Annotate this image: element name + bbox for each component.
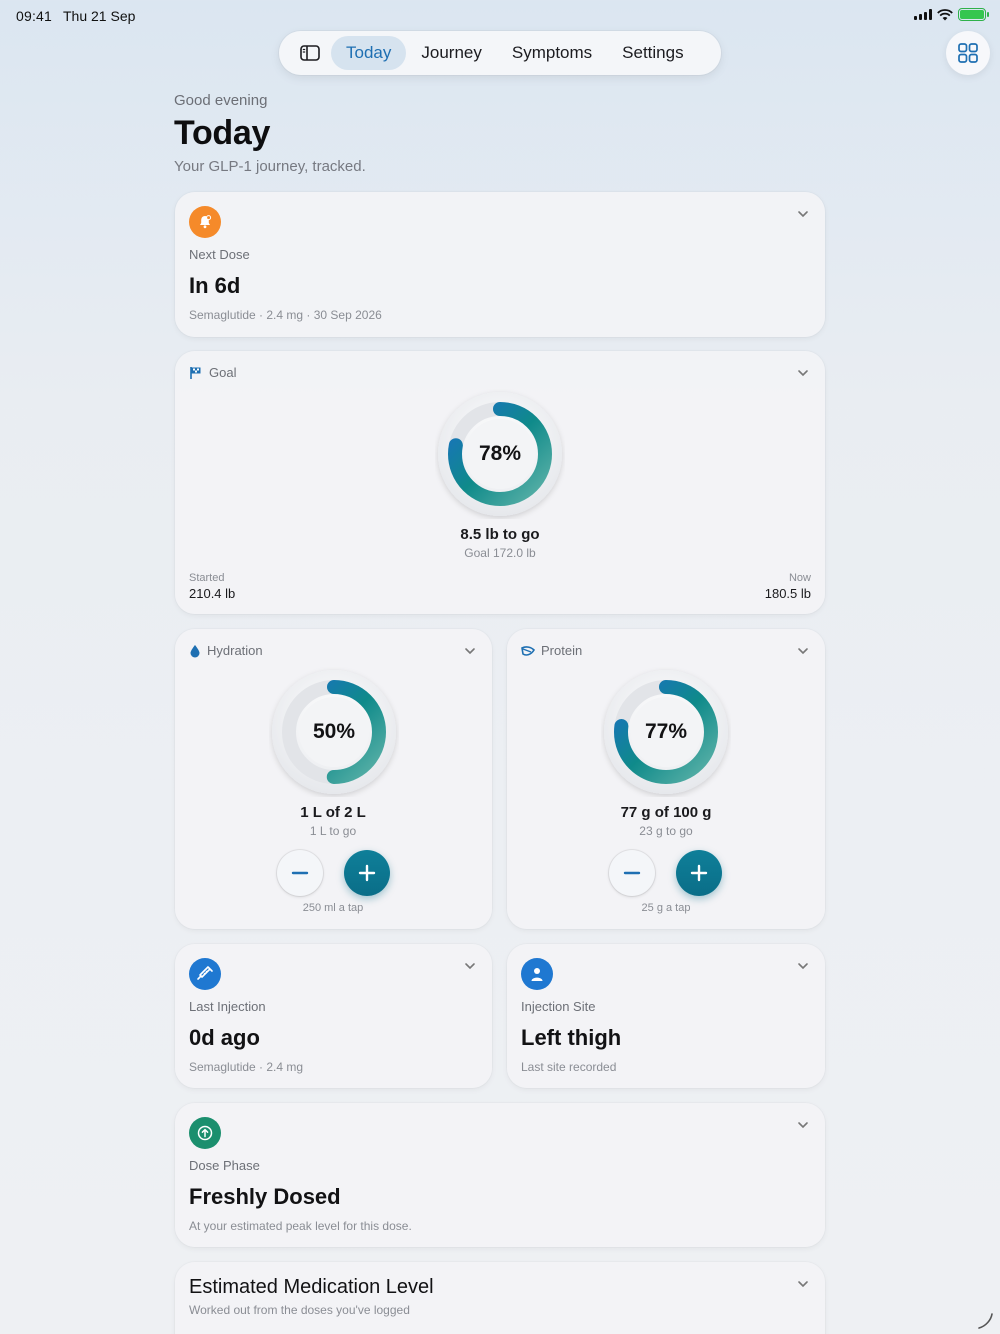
- protein-tap-hint: 25 g a tap: [641, 902, 691, 914]
- medication-level-card[interactable]: Estimated Medication Level Worked out fr…: [175, 1262, 825, 1334]
- medication-level-subtitle: Worked out from the doses you've logged: [189, 1303, 410, 1317]
- protein-label: Protein: [541, 643, 583, 658]
- hydration-amount: 1 L of 2 L: [300, 804, 366, 821]
- injection-site-detail: Last site recorded: [521, 1060, 617, 1074]
- last-injection-detail: Semaglutide · 2.4 mg: [189, 1060, 304, 1074]
- goal-card[interactable]: Goal 78% 8.5 lb to go Goal 172.0 lb Star…: [175, 351, 825, 614]
- protein-amount: 77 g of 100 g: [620, 804, 712, 821]
- chevron-down-icon[interactable]: [797, 1278, 809, 1290]
- hydration-header: Hydration: [189, 643, 263, 658]
- flag-icon: [190, 366, 201, 379]
- dose-phase-icon-badge: [189, 1117, 221, 1149]
- goal-to-go: 8.5 lb to go: [460, 526, 540, 543]
- person-icon: [531, 968, 543, 981]
- water-drop-icon: [190, 644, 200, 657]
- goal-target: Goal 172.0 lb: [464, 546, 536, 560]
- sidebar-toggle-button[interactable]: [289, 37, 331, 69]
- cellular-signal-icon: [914, 9, 932, 20]
- dose-phase-label: Dose Phase: [189, 1158, 260, 1173]
- wifi-icon: [937, 8, 953, 20]
- chevron-down-icon[interactable]: [797, 1119, 809, 1131]
- chevron-down-icon[interactable]: [464, 960, 476, 972]
- goal-label: Goal: [209, 365, 237, 380]
- injection-site-icon-badge: [521, 958, 553, 990]
- next-dose-icon-badge: [189, 206, 221, 238]
- tab-journey[interactable]: Journey: [406, 36, 496, 70]
- greeting: Good evening: [174, 92, 268, 109]
- last-injection-value: 0d ago: [189, 1025, 260, 1050]
- injection-site-label: Injection Site: [521, 999, 596, 1014]
- protein-remaining: 23 g to go: [639, 824, 693, 838]
- goal-progress-ring: 78%: [435, 389, 565, 519]
- goal-now-value: 180.5 lb: [764, 586, 811, 601]
- last-injection-card[interactable]: Last Injection 0d ago Semaglutide · 2.4 …: [175, 944, 492, 1088]
- bell-icon: [200, 215, 212, 229]
- goal-header: Goal: [189, 365, 236, 380]
- page-title: Today: [174, 114, 271, 152]
- top-tab-bar: Today Journey Symptoms Settings: [279, 31, 721, 75]
- last-injection-icon-badge: [189, 958, 221, 990]
- minus-icon: [623, 871, 641, 875]
- hydration-increase-button[interactable]: [344, 850, 390, 896]
- scroll-indicator-icon: [978, 1313, 993, 1329]
- next-dose-detail: Semaglutide · 2.4 mg · 30 Sep 2026: [189, 308, 382, 322]
- last-injection-label: Last Injection: [189, 999, 266, 1014]
- tab-today[interactable]: Today: [331, 36, 407, 70]
- medication-level-title: Estimated Medication Level: [189, 1276, 434, 1298]
- hydration-progress-ring: 50%: [269, 667, 399, 797]
- grid-icon: [958, 43, 978, 63]
- dose-phase-card[interactable]: Dose Phase Freshly Dosed At your estimat…: [175, 1103, 825, 1247]
- protein-percent: 77%: [644, 720, 688, 743]
- goal-percent: 78%: [478, 442, 522, 465]
- page-subtitle: Your GLP-1 journey, tracked.: [174, 158, 366, 175]
- goal-started-label: Started: [189, 572, 225, 584]
- sidebar-toggle-icon: [300, 45, 320, 61]
- hydration-card[interactable]: Hydration 50% 1 L of 2 L 1 L to go 250 m…: [175, 629, 492, 929]
- hydration-label: Hydration: [207, 643, 263, 658]
- chevron-down-icon[interactable]: [797, 645, 809, 657]
- plus-icon: [358, 864, 376, 882]
- arrow-up-circle-icon: [197, 1125, 213, 1141]
- chevron-down-icon[interactable]: [797, 960, 809, 972]
- minus-icon: [291, 871, 309, 875]
- chevron-down-icon[interactable]: [797, 367, 809, 379]
- next-dose-value: In 6d: [189, 273, 241, 298]
- grid-view-button[interactable]: [946, 31, 990, 75]
- dose-phase-value: Freshly Dosed: [189, 1184, 341, 1209]
- status-bar: 09:41 Thu 21 Sep: [0, 0, 1000, 32]
- dose-phase-detail: At your estimated peak level for this do…: [189, 1219, 412, 1233]
- hydration-decrease-button[interactable]: [277, 850, 323, 896]
- status-indicators: [914, 8, 989, 21]
- hydration-percent: 50%: [312, 720, 356, 743]
- goal-started-value: 210.4 lb: [189, 586, 236, 601]
- next-dose-label: Next Dose: [189, 247, 250, 262]
- syringe-icon: [197, 966, 213, 980]
- tab-symptoms[interactable]: Symptoms: [497, 36, 607, 70]
- protein-increase-button[interactable]: [676, 850, 722, 896]
- hydration-remaining: 1 L to go: [309, 824, 357, 838]
- protein-progress-ring: 77%: [601, 667, 731, 797]
- status-time: 09:41: [16, 8, 53, 24]
- goal-now-label: Now: [788, 572, 811, 584]
- chevron-down-icon[interactable]: [464, 645, 476, 657]
- tab-settings[interactable]: Settings: [607, 36, 698, 70]
- status-date: Thu 21 Sep: [63, 8, 136, 24]
- leaf-icon: [521, 645, 535, 656]
- protein-card[interactable]: Protein 77% 77 g of 100 g 23 g to go 25 …: [507, 629, 825, 929]
- protein-header: Protein: [521, 643, 582, 658]
- injection-site-value: Left thigh: [521, 1025, 622, 1050]
- protein-decrease-button[interactable]: [609, 850, 655, 896]
- hydration-tap-hint: 250 ml a tap: [302, 902, 364, 914]
- chevron-down-icon[interactable]: [797, 208, 809, 220]
- plus-icon: [690, 864, 708, 882]
- injection-site-card[interactable]: Injection Site Left thigh Last site reco…: [507, 944, 825, 1088]
- next-dose-card[interactable]: Next Dose In 6d Semaglutide · 2.4 mg · 3…: [175, 192, 825, 337]
- battery-icon: [958, 8, 989, 21]
